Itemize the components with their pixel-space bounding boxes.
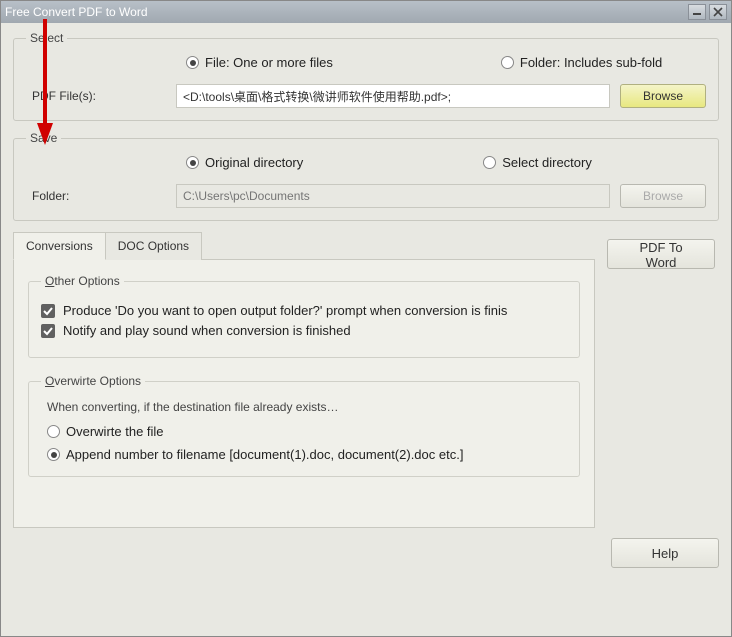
- pdf-files-label: PDF File(s):: [26, 89, 176, 103]
- client-area: Select File: One or more files Folder: I…: [1, 23, 731, 580]
- side-buttons: PDF To Word: [607, 231, 719, 269]
- check-notify-sound[interactable]: Notify and play sound when conversion is…: [41, 323, 567, 338]
- select-legend: Select: [26, 31, 67, 45]
- window-title: Free Convert PDF to Word: [5, 5, 685, 19]
- radio-original-label: Original directory: [205, 155, 303, 170]
- other-options-legend: OOther Optionsther Options: [41, 274, 124, 288]
- radio-folder-label: Folder: Includes sub-fold: [520, 55, 662, 70]
- overwrite-options-group: Overwirte OptionsOverwirte Options When …: [28, 374, 580, 477]
- radio-icon: [501, 56, 514, 69]
- app-window: Free Convert PDF to Word Select File: On…: [0, 0, 732, 637]
- radio-original-dir[interactable]: Original directory: [186, 155, 303, 170]
- titlebar: Free Convert PDF to Word: [1, 1, 731, 23]
- folder-label: Folder:: [26, 189, 176, 203]
- tab-conversions[interactable]: Conversions: [13, 232, 106, 260]
- radio-folder-mode[interactable]: Folder: Includes sub-fold: [501, 55, 662, 70]
- radio-icon: [47, 448, 60, 461]
- help-button[interactable]: Help: [611, 538, 719, 568]
- check-prompt-folder[interactable]: Produce 'Do you want to open output fold…: [41, 303, 567, 318]
- select-group: Select File: One or more files Folder: I…: [13, 31, 719, 121]
- radio-append-number[interactable]: Append number to filename [document(1).d…: [47, 447, 567, 462]
- close-button[interactable]: [709, 4, 727, 20]
- pdf-to-word-button[interactable]: PDF To Word: [607, 239, 715, 269]
- overwrite-legend: Overwirte OptionsOverwirte Options: [41, 374, 145, 388]
- tabs-panel: Conversions DOC Options OOther Optionsth…: [13, 231, 595, 528]
- check-prompt-label: Produce 'Do you want to open output fold…: [63, 303, 507, 318]
- overwrite-hint: When converting, if the destination file…: [47, 400, 567, 414]
- save-group: Save Original directory Select directory…: [13, 131, 719, 221]
- radio-icon: [186, 56, 199, 69]
- pdf-files-input[interactable]: [176, 84, 610, 108]
- folder-input: [176, 184, 610, 208]
- radio-file-label: File: One or more files: [205, 55, 333, 70]
- other-options-group: OOther Optionsther Options Produce 'Do y…: [28, 274, 580, 358]
- radio-select-dir[interactable]: Select directory: [483, 155, 592, 170]
- tab-body: OOther Optionsther Options Produce 'Do y…: [13, 260, 595, 528]
- radio-icon: [483, 156, 496, 169]
- radio-select-label: Select directory: [502, 155, 592, 170]
- browse-pdf-button[interactable]: Browse: [620, 84, 706, 108]
- radio-overwrite-file[interactable]: Overwirte the file: [47, 424, 567, 439]
- radio-overwrite-label: Overwirte the file: [66, 424, 164, 439]
- save-legend: Save: [26, 131, 61, 145]
- check-notify-label: Notify and play sound when conversion is…: [63, 323, 351, 338]
- radio-icon: [186, 156, 199, 169]
- radio-icon: [47, 425, 60, 438]
- radio-file-mode[interactable]: File: One or more files: [186, 55, 333, 70]
- checkbox-icon: [41, 304, 55, 318]
- radio-append-label: Append number to filename [document(1).d…: [66, 447, 463, 462]
- tab-header: Conversions DOC Options: [13, 231, 595, 260]
- browse-folder-button: Browse: [620, 184, 706, 208]
- tab-doc-options[interactable]: DOC Options: [105, 232, 202, 260]
- minimize-button[interactable]: [688, 4, 706, 20]
- checkbox-icon: [41, 324, 55, 338]
